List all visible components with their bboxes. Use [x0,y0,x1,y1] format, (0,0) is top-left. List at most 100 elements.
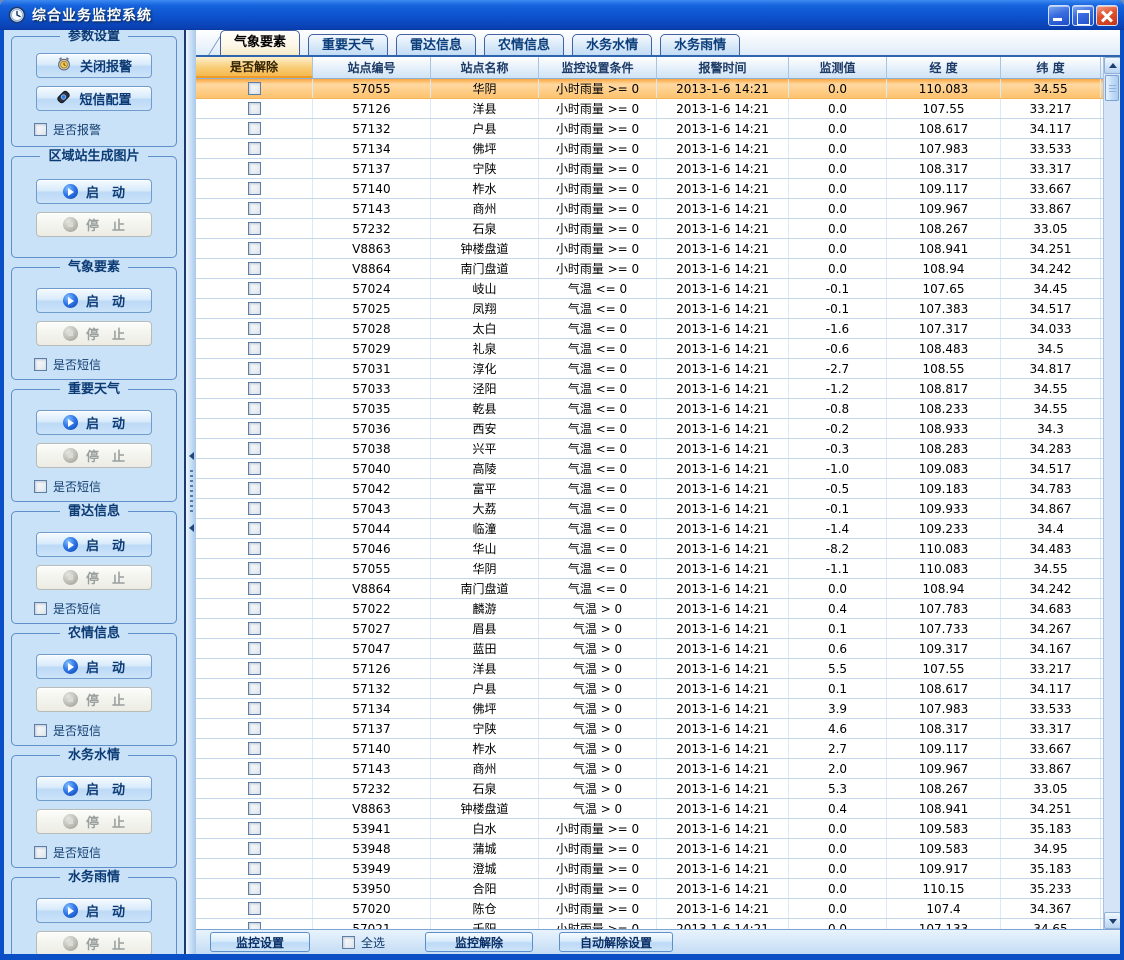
stop-button-region-image[interactable]: 停 止 [36,212,152,237]
table-row[interactable]: 53950合阳小时雨量 >= 02013-1-6 14:210.0110.153… [196,879,1103,899]
table-row[interactable]: 57028太白气温 <= 02013-1-6 14:21-1.6107.3173… [196,319,1103,339]
row-checkbox[interactable] [248,222,261,235]
table-row[interactable]: 57143商州小时雨量 >= 02013-1-6 14:210.0109.967… [196,199,1103,219]
row-checkbox[interactable] [248,162,261,175]
row-checkbox[interactable] [248,922,261,929]
row-checkbox[interactable] [248,702,261,715]
row-checkbox[interactable] [248,802,261,815]
tab-water-rain[interactable]: 水务雨情 [660,34,740,55]
table-row[interactable]: 57036西安气温 <= 02013-1-6 14:21-0.2108.9333… [196,419,1103,439]
close-button[interactable] [1096,5,1118,26]
stop-button-water-level[interactable]: 停 止 [36,809,152,834]
vertical-scrollbar[interactable] [1103,57,1120,929]
row-checkbox[interactable] [248,482,261,495]
table-row[interactable]: 57031淳化气温 <= 02013-1-6 14:21-2.7108.5534… [196,359,1103,379]
tab-radar-info[interactable]: 雷达信息 [396,34,476,55]
table-row[interactable]: 57024岐山气温 <= 02013-1-6 14:21-0.1107.6534… [196,279,1103,299]
table-row[interactable]: 57044临潼气温 <= 02013-1-6 14:21-1.4109.2333… [196,519,1103,539]
row-checkbox[interactable] [248,582,261,595]
row-checkbox[interactable] [248,242,261,255]
table-row[interactable]: 57025凤翔气温 <= 02013-1-6 14:21-0.1107.3833… [196,299,1103,319]
row-checkbox[interactable] [248,662,261,675]
start-button-important-weather[interactable]: 启 动 [36,410,152,435]
table-row[interactable]: V8864南门盘道气温 <= 02013-1-6 14:210.0108.943… [196,579,1103,599]
sms-config-button[interactable]: 短信配置 [36,86,152,111]
select-all-checkbox[interactable]: 全选 [342,934,385,951]
table-row[interactable]: 57022麟游气温 > 02013-1-6 14:210.4107.78334.… [196,599,1103,619]
table-row[interactable]: 57137宁陕小时雨量 >= 02013-1-6 14:210.0108.317… [196,159,1103,179]
column-header-7[interactable]: 纬 度 [1001,57,1101,78]
row-checkbox[interactable] [248,822,261,835]
row-checkbox[interactable] [248,442,261,455]
start-button-radar-info[interactable]: 启 动 [36,532,152,557]
row-checkbox[interactable] [248,742,261,755]
sms-enable-checkbox-important-weather[interactable]: 是否短信 [34,478,176,495]
row-checkbox[interactable] [248,562,261,575]
row-checkbox[interactable] [248,302,261,315]
row-checkbox[interactable] [248,402,261,415]
table-row[interactable]: 57029礼泉气温 <= 02013-1-6 14:21-0.6108.4833… [196,339,1103,359]
table-row[interactable]: 57134佛坪小时雨量 >= 02013-1-6 14:210.0107.983… [196,139,1103,159]
tab-water-level[interactable]: 水务水情 [572,34,652,55]
row-checkbox[interactable] [248,502,261,515]
start-button-agri-info[interactable]: 启 动 [36,654,152,679]
sms-enable-checkbox-water-level[interactable]: 是否短信 [34,844,176,861]
sms-enable-checkbox-radar-info[interactable]: 是否短信 [34,600,176,617]
table-row[interactable]: 57232石泉气温 > 02013-1-6 14:215.3108.26733.… [196,779,1103,799]
table-row[interactable]: 57042富平气温 <= 02013-1-6 14:21-0.5109.1833… [196,479,1103,499]
column-header-6[interactable]: 经 度 [887,57,1001,78]
column-header-2[interactable]: 站点名称 [431,57,539,78]
row-checkbox[interactable] [248,202,261,215]
table-row[interactable]: 57134佛坪气温 > 02013-1-6 14:213.9107.98333.… [196,699,1103,719]
stop-button-important-weather[interactable]: 停 止 [36,443,152,468]
row-checkbox[interactable] [248,262,261,275]
table-row[interactable]: 53949澄城小时雨量 >= 02013-1-6 14:210.0109.917… [196,859,1103,879]
row-checkbox[interactable] [248,862,261,875]
row-checkbox[interactable] [248,622,261,635]
table-row[interactable]: 57232石泉小时雨量 >= 02013-1-6 14:210.0108.267… [196,219,1103,239]
column-header-5[interactable]: 监测值 [789,57,887,78]
close-alarm-button[interactable]: 关闭报警 [36,53,152,78]
tab-agri-info[interactable]: 农情信息 [484,34,564,55]
monitor-release-button[interactable]: 监控解除 [425,932,533,952]
row-checkbox[interactable] [248,522,261,535]
table-row[interactable]: 57137宁陕气温 > 02013-1-6 14:214.6108.31733.… [196,719,1103,739]
row-checkbox[interactable] [248,722,261,735]
stop-button-water-rain[interactable]: 停 止 [36,931,152,954]
table-row[interactable]: 57126洋县小时雨量 >= 02013-1-6 14:210.0107.553… [196,99,1103,119]
table-row[interactable]: 57126洋县气温 > 02013-1-6 14:215.5107.5533.2… [196,659,1103,679]
row-checkbox[interactable] [248,842,261,855]
table-row[interactable]: 57040高陵气温 <= 02013-1-6 14:21-1.0109.0833… [196,459,1103,479]
monitor-set-button[interactable]: 监控设置 [210,932,310,952]
row-checkbox[interactable] [248,342,261,355]
table-row[interactable]: V8863钟楼盘道气温 > 02013-1-6 14:210.4108.9413… [196,799,1103,819]
row-checkbox[interactable] [248,642,261,655]
auto-release-button[interactable]: 自动解除设置 [559,932,673,952]
table-row[interactable]: 57140柞水小时雨量 >= 02013-1-6 14:210.0109.117… [196,179,1103,199]
row-checkbox[interactable] [248,782,261,795]
sidebar-splitter[interactable] [186,30,196,954]
start-button-water-level[interactable]: 启 动 [36,776,152,801]
row-checkbox[interactable] [248,882,261,895]
table-row[interactable]: 57047蓝田气温 > 02013-1-6 14:210.6109.31734.… [196,639,1103,659]
scroll-down-button[interactable] [1104,912,1120,929]
row-checkbox[interactable] [248,182,261,195]
row-checkbox[interactable] [248,542,261,555]
table-row[interactable]: V8863钟楼盘道小时雨量 >= 02013-1-6 14:210.0108.9… [196,239,1103,259]
maximize-button[interactable] [1072,5,1094,26]
row-checkbox[interactable] [248,422,261,435]
sms-enable-checkbox-agri-info[interactable]: 是否短信 [34,722,176,739]
table-row[interactable]: 57027眉县气温 > 02013-1-6 14:210.1107.73334.… [196,619,1103,639]
table-row[interactable]: 57132户县气温 > 02013-1-6 14:210.1108.61734.… [196,679,1103,699]
column-header-0[interactable]: 是否解除 [196,57,313,78]
scroll-up-button[interactable] [1104,57,1120,74]
table-row[interactable]: 57038兴平气温 <= 02013-1-6 14:21-0.3108.2833… [196,439,1103,459]
column-header-3[interactable]: 监控设置条件 [539,57,657,78]
row-checkbox[interactable] [248,382,261,395]
row-checkbox[interactable] [248,122,261,135]
table-row[interactable]: 57132户县小时雨量 >= 02013-1-6 14:210.0108.617… [196,119,1103,139]
column-header-1[interactable]: 站点编号 [313,57,431,78]
table-row[interactable]: 57143商州气温 > 02013-1-6 14:212.0109.96733.… [196,759,1103,779]
row-checkbox[interactable] [248,142,261,155]
row-checkbox[interactable] [248,602,261,615]
